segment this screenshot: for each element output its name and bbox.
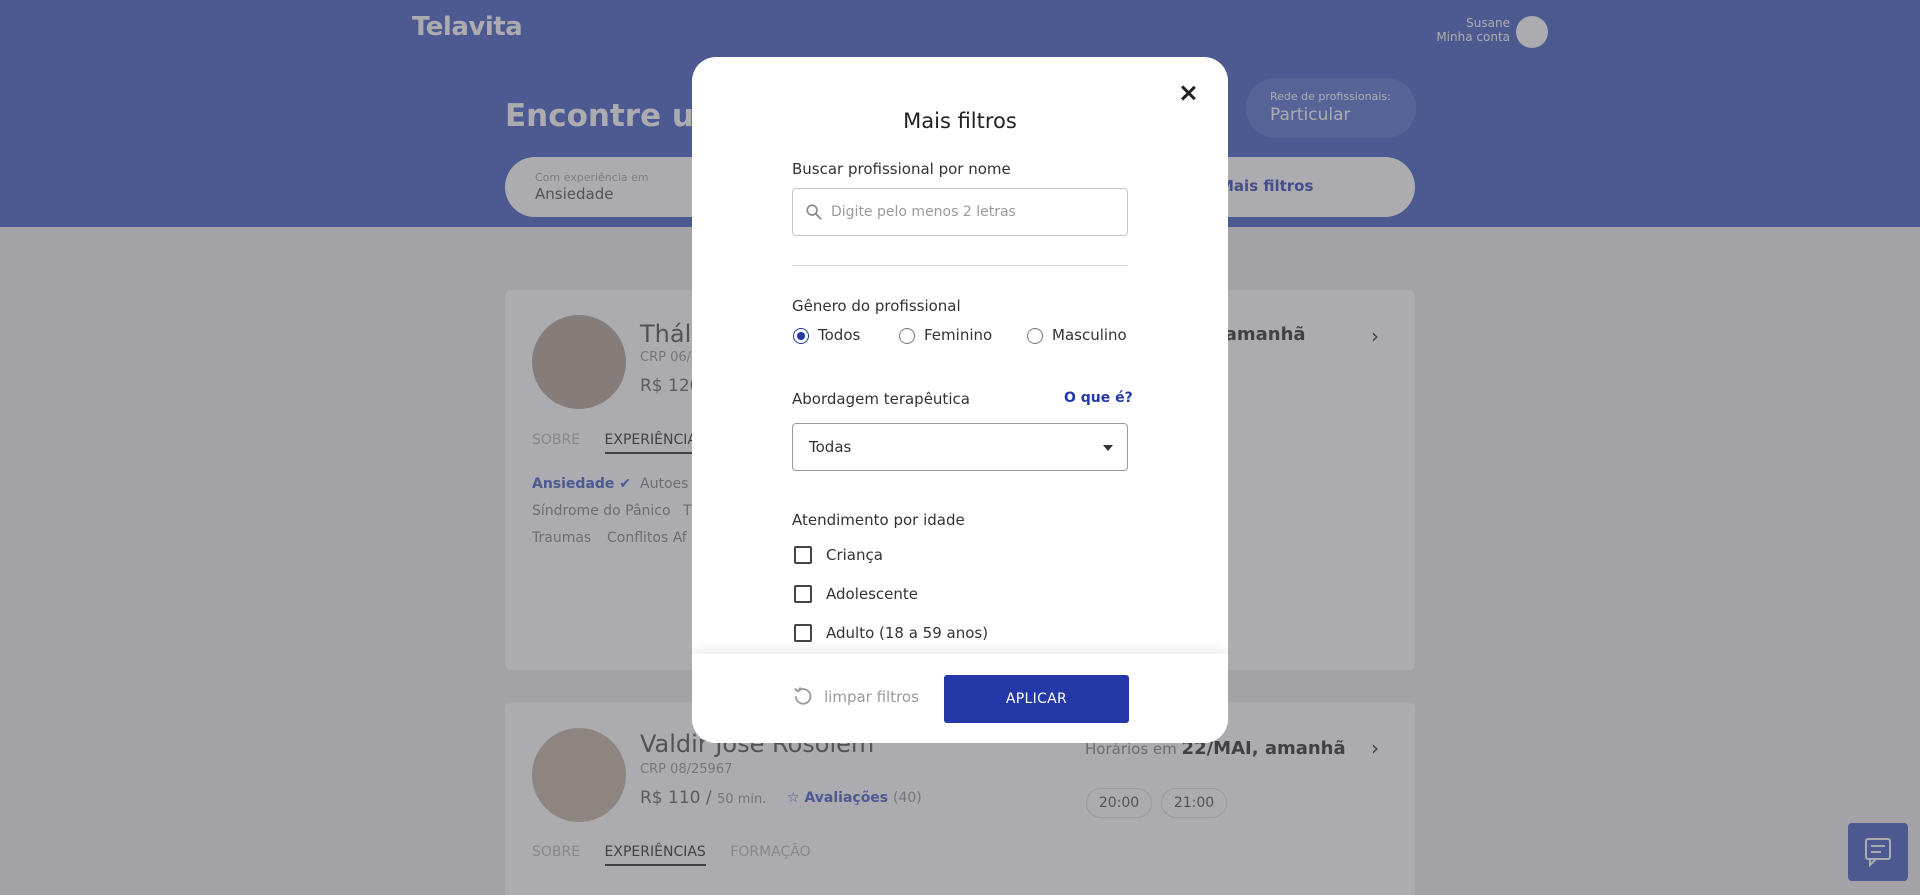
radio-checked-icon <box>793 328 809 344</box>
gender-option-label: Feminino <box>924 326 993 344</box>
age-option-label: Criança <box>826 546 883 564</box>
approach-help-link[interactable]: O que é? <box>1064 390 1133 406</box>
age-option-label: Adulto (18 a 59 anos) <box>826 624 989 642</box>
search-name-field[interactable] <box>792 188 1128 236</box>
close-icon[interactable] <box>1175 80 1201 106</box>
apply-button[interactable]: APLICAR <box>944 675 1129 723</box>
checkbox-icon <box>794 585 812 603</box>
search-name-input[interactable] <box>829 190 1119 234</box>
gender-label: Gênero do profissional <box>792 297 961 315</box>
caret-down-icon <box>1103 445 1113 451</box>
reset-icon <box>794 687 812 705</box>
checkbox-icon <box>794 546 812 564</box>
gender-option-label: Masculino <box>1052 326 1127 344</box>
approach-select[interactable]: Todas <box>792 423 1128 471</box>
more-filters-modal: Mais filtros Buscar profissional por nom… <box>692 57 1228 743</box>
search-name-label: Buscar profissional por nome <box>792 160 1011 178</box>
section-divider <box>792 265 1128 266</box>
checkbox-icon <box>794 624 812 642</box>
approach-label: Abordagem terapêutica <box>792 390 970 408</box>
modal-footer: limpar filtros APLICAR <box>692 654 1228 743</box>
gender-option-label: Todos <box>818 326 861 344</box>
modal-title: Mais filtros <box>903 109 1017 133</box>
radio-unchecked-icon <box>899 328 915 344</box>
search-icon <box>806 204 822 220</box>
age-label: Atendimento por idade <box>792 511 965 529</box>
clear-filters-label: limpar filtros <box>824 688 919 706</box>
radio-unchecked-icon <box>1027 328 1043 344</box>
age-option-label: Adolescente <box>826 585 918 603</box>
approach-selected-value: Todas <box>809 438 852 456</box>
